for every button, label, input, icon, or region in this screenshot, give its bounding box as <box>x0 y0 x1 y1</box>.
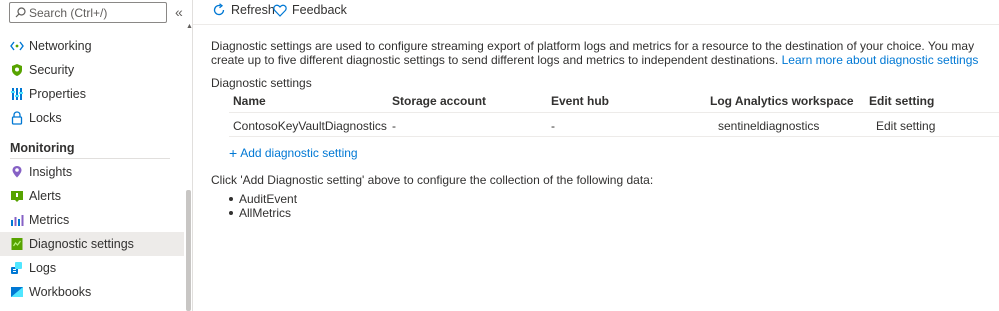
cell-name: ContosoKeyVaultDiagnostics <box>233 119 387 133</box>
sidebar-item-label: Diagnostic settings <box>29 237 134 251</box>
lock-icon <box>10 111 24 125</box>
refresh-label: Refresh <box>231 3 275 17</box>
properties-icon <box>10 87 24 101</box>
plus-icon: + <box>229 145 238 161</box>
sidebar-item-label: Alerts <box>29 189 61 203</box>
section-header-monitoring: Monitoring <box>10 141 75 155</box>
search-icon <box>15 7 26 18</box>
sidebar-item-logs[interactable]: Logs <box>0 256 184 280</box>
edit-setting-link[interactable]: Edit setting <box>876 119 935 133</box>
sidebar-item-networking[interactable]: Networking <box>0 34 184 58</box>
column-header-storage-account: Storage account <box>392 94 487 108</box>
section-divider <box>10 158 170 159</box>
cell-storage-account: - <box>392 119 396 133</box>
list-item: AllMetrics <box>229 206 297 220</box>
learn-more-link[interactable]: Learn more about diagnostic settings <box>782 53 979 67</box>
search-box[interactable] <box>9 2 167 23</box>
add-diagnostic-setting-button[interactable]: + Add diagnostic setting <box>229 145 358 161</box>
toolbar-divider <box>193 24 999 25</box>
sidebar-divider <box>192 0 193 311</box>
sidebar-scroll-thumb[interactable] <box>186 190 191 311</box>
column-header-event-hub: Event hub <box>551 94 610 108</box>
column-header-log-analytics-workspace: Log Analytics workspace <box>710 94 854 108</box>
sidebar: « ▲ Networking Security <box>0 0 193 311</box>
sidebar-item-alerts[interactable]: Alerts <box>0 184 184 208</box>
sidebar-item-metrics[interactable]: Metrics <box>0 208 184 232</box>
sidebar-item-label: Logs <box>29 261 57 275</box>
collection-instructions: Click 'Add Diagnostic setting' above to … <box>211 173 654 187</box>
sidebar-item-locks[interactable]: Locks <box>0 106 184 130</box>
feedback-button[interactable]: Feedback <box>273 3 347 17</box>
refresh-button[interactable]: Refresh <box>212 3 275 17</box>
heart-icon <box>273 4 287 17</box>
cell-event-hub: - <box>551 119 555 133</box>
table-header-divider <box>229 112 999 113</box>
security-shield-icon <box>10 63 24 77</box>
column-header-edit-setting: Edit setting <box>869 94 935 108</box>
sidebar-item-label: Networking <box>29 39 92 53</box>
refresh-icon <box>213 3 225 16</box>
workspace-link[interactable]: sentineldiagnostics <box>718 119 819 133</box>
collapse-sidebar-icon[interactable]: « <box>175 4 183 20</box>
table-row-divider <box>229 136 999 137</box>
insights-icon <box>10 165 24 179</box>
list-item-label: AuditEvent <box>239 192 298 206</box>
feedback-label: Feedback <box>292 3 347 17</box>
list-item-label: AllMetrics <box>239 206 292 220</box>
logs-icon <box>10 261 24 275</box>
add-diagnostic-setting-label: Add diagnostic setting <box>240 146 358 160</box>
networking-icon <box>10 39 24 53</box>
search-input[interactable] <box>29 5 154 20</box>
description-text: Diagnostic settings are used to configur… <box>211 39 996 67</box>
column-header-name: Name <box>233 94 266 108</box>
sidebar-item-label: Locks <box>29 111 62 125</box>
workbooks-icon <box>10 285 24 299</box>
diagnostic-settings-title: Diagnostic settings <box>211 76 312 90</box>
bullet-icon <box>229 197 233 201</box>
metrics-icon <box>10 213 24 227</box>
data-collection-list: AuditEvent AllMetrics <box>229 192 297 220</box>
sidebar-item-diagnostic-settings[interactable]: Diagnostic settings <box>0 232 184 256</box>
command-bar: Refresh Feedback <box>193 0 999 25</box>
sidebar-item-label: Properties <box>29 87 86 101</box>
sidebar-item-label: Metrics <box>29 213 70 227</box>
sidebar-item-properties[interactable]: Properties <box>0 82 184 106</box>
sidebar-item-label: Workbooks <box>29 285 92 299</box>
sidebar-item-label: Security <box>29 63 75 77</box>
sidebar-item-workbooks[interactable]: Workbooks <box>0 280 184 304</box>
bullet-icon <box>229 211 233 215</box>
sidebar-item-insights[interactable]: Insights <box>0 160 184 184</box>
sidebar-item-security[interactable]: Security <box>0 58 184 82</box>
diagnostic-settings-icon <box>10 237 24 251</box>
alerts-icon <box>10 189 24 203</box>
list-item: AuditEvent <box>229 192 297 206</box>
sidebar-item-label: Insights <box>29 165 73 179</box>
